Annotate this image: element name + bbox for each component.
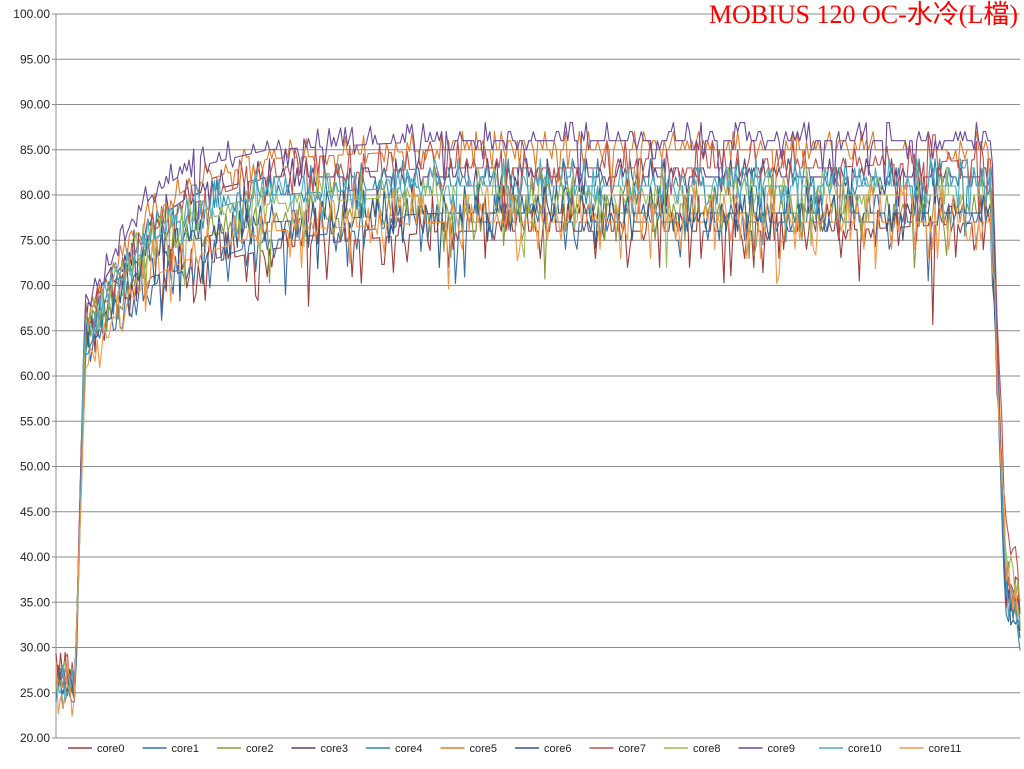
chart: 20.00 25.00 30.00 35.00 40.00 45.00 50.00 55.00… [0, 0, 1024, 769]
y-tick-label: 65.00 [20, 324, 50, 338]
y-tick-label: 45.00 [20, 505, 50, 519]
legend-label-core5: core5 [470, 743, 498, 755]
y-tick-label: 80.00 [20, 188, 50, 202]
legend-label-core0: core0 [97, 743, 125, 755]
y-tick-label: 55.00 [20, 414, 50, 428]
y-tick-label: 30.00 [20, 641, 50, 655]
legend-label-core2: core2 [246, 743, 274, 755]
y-tick-label: 20.00 [20, 731, 50, 745]
y-tick-label: 35.00 [20, 595, 50, 609]
legend-label-core8: core8 [693, 743, 721, 755]
y-tick-label: 95.00 [20, 52, 50, 66]
legend-label-core11: core11 [929, 743, 962, 755]
y-tick-label: 50.00 [20, 460, 50, 474]
plot-background [0, 0, 1024, 769]
y-tick-label: 100.00 [13, 7, 50, 21]
chart-title: MOBIUS 120 OC-水冷(L檔) [709, 0, 1018, 29]
y-tick-label: 90.00 [20, 98, 50, 112]
legend-label-core3: core3 [321, 743, 349, 755]
y-tick-label: 70.00 [20, 279, 50, 293]
y-tick-label: 75.00 [20, 233, 50, 247]
legend-label-core10: core10 [848, 743, 882, 755]
y-tick-label: 60.00 [20, 369, 50, 383]
legend-label-core9: core9 [768, 743, 796, 755]
y-tick-label: 85.00 [20, 143, 50, 157]
y-tick-label: 40.00 [20, 550, 50, 564]
legend-label-core7: core7 [619, 743, 647, 755]
legend-label-core4: core4 [395, 743, 423, 755]
legend-label-core1: core1 [172, 743, 200, 755]
legend-label-core6: core6 [544, 743, 572, 755]
y-tick-label: 25.00 [20, 686, 50, 700]
